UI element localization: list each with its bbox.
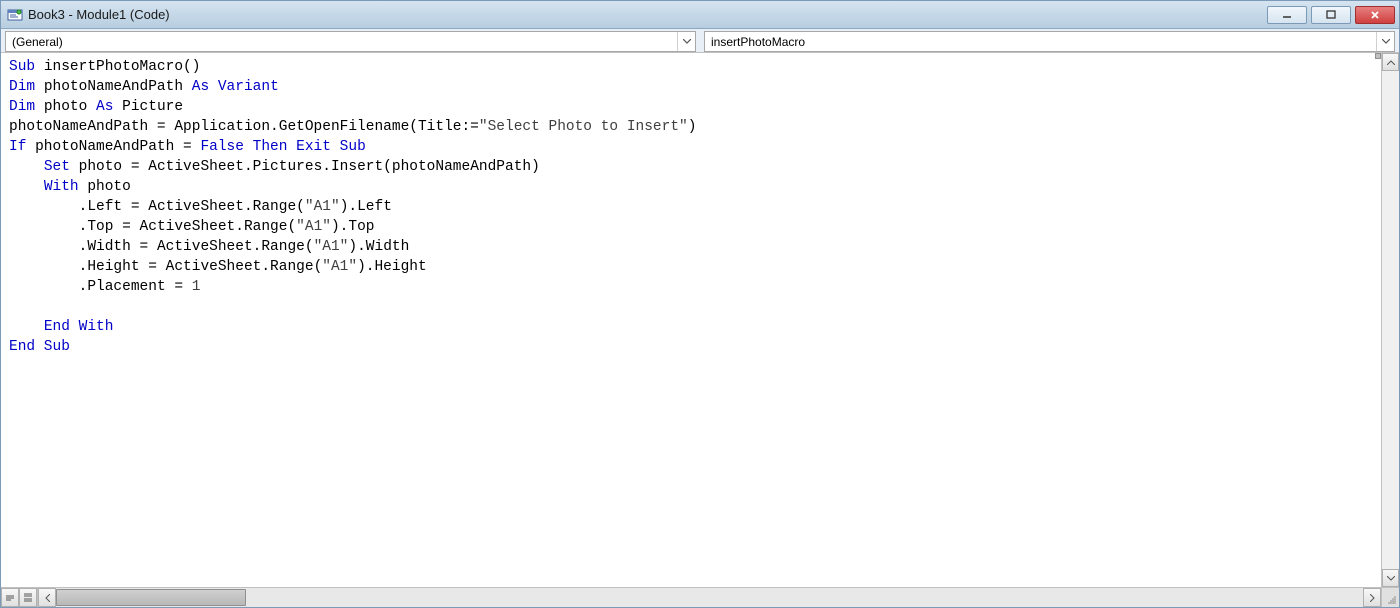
scroll-up-button[interactable]	[1382, 53, 1399, 71]
titlebar[interactable]: Book3 - Module1 (Code)	[1, 1, 1399, 29]
full-module-view-button[interactable]	[19, 588, 37, 607]
code-line[interactable]: .Top = ActiveSheet.Range("A1").Top	[9, 217, 1381, 237]
chevron-down-icon	[1376, 32, 1394, 51]
horizontal-scrollbar[interactable]	[38, 588, 1381, 607]
object-dropdown[interactable]: (General)	[5, 31, 696, 52]
code-line[interactable]: With photo	[9, 177, 1381, 197]
scroll-right-button[interactable]	[1363, 588, 1381, 607]
code-line[interactable]: Dim photo As Picture	[9, 97, 1381, 117]
split-handle[interactable]	[1375, 53, 1381, 59]
minimize-button[interactable]	[1267, 6, 1307, 24]
window-title: Book3 - Module1 (Code)	[28, 7, 1267, 22]
code-line[interactable]: .Width = ActiveSheet.Range("A1").Width	[9, 237, 1381, 257]
dropdown-bar: (General) insertPhotoMacro	[1, 29, 1399, 53]
code-line[interactable]: .Placement = 1	[9, 277, 1381, 297]
code-line[interactable]: photoNameAndPath = Application.GetOpenFi…	[9, 117, 1381, 137]
code-line[interactable]: End With	[9, 317, 1381, 337]
code-area-wrap: Sub insertPhotoMacro()Dim photoNameAndPa…	[1, 53, 1399, 587]
view-toggle-group	[1, 588, 38, 607]
window-controls	[1267, 6, 1395, 24]
maximize-button[interactable]	[1311, 6, 1351, 24]
code-editor[interactable]: Sub insertPhotoMacro()Dim photoNameAndPa…	[1, 53, 1381, 587]
resize-grip[interactable]	[1381, 588, 1399, 607]
code-line[interactable]: If photoNameAndPath = False Then Exit Su…	[9, 137, 1381, 157]
scroll-left-button[interactable]	[38, 588, 56, 607]
procedure-dropdown-value: insertPhotoMacro	[705, 35, 1376, 49]
procedure-view-button[interactable]	[1, 588, 19, 607]
code-window: Book3 - Module1 (Code) (General) insertP…	[0, 0, 1400, 608]
close-button[interactable]	[1355, 6, 1395, 24]
code-line[interactable]	[9, 297, 1381, 317]
code-line[interactable]: Sub insertPhotoMacro()	[9, 57, 1381, 77]
vertical-scrollbar[interactable]	[1381, 53, 1399, 587]
code-line[interactable]: Dim photoNameAndPath As Variant	[9, 77, 1381, 97]
vscroll-track[interactable]	[1382, 71, 1399, 569]
scroll-down-button[interactable]	[1382, 569, 1399, 587]
bottom-bar	[1, 587, 1399, 607]
code-line[interactable]: .Left = ActiveSheet.Range("A1").Left	[9, 197, 1381, 217]
object-dropdown-value: (General)	[6, 35, 677, 49]
chevron-down-icon	[677, 32, 695, 51]
hscroll-thumb[interactable]	[56, 589, 246, 606]
code-line[interactable]: End Sub	[9, 337, 1381, 357]
code-line[interactable]: .Height = ActiveSheet.Range("A1").Height	[9, 257, 1381, 277]
procedure-dropdown[interactable]: insertPhotoMacro	[704, 31, 1395, 52]
module-icon	[7, 7, 23, 23]
code-line[interactable]: Set photo = ActiveSheet.Pictures.Insert(…	[9, 157, 1381, 177]
hscroll-track[interactable]	[56, 588, 1363, 607]
